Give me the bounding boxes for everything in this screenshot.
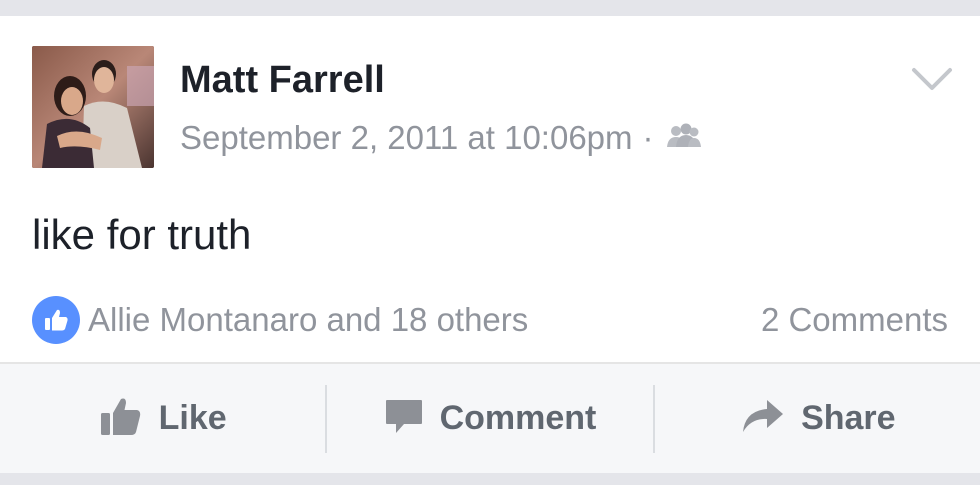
share-button[interactable]: Share: [655, 364, 980, 473]
chevron-down-icon[interactable]: [910, 64, 954, 94]
share-arrow-icon: [739, 396, 785, 441]
post-text: like for truth: [32, 211, 252, 258]
share-label: Share: [801, 399, 896, 437]
comment-bubble-icon: [384, 396, 424, 441]
author-name[interactable]: Matt Farrell: [180, 58, 385, 102]
comment-label: Comment: [439, 399, 597, 437]
like-label: Like: [158, 399, 227, 437]
like-button[interactable]: Like: [0, 364, 325, 473]
comment-button[interactable]: Comment: [327, 364, 652, 473]
reactions-summary[interactable]: Allie Montanaro and 18 others: [32, 296, 528, 344]
post-card: Matt Farrell September 2, 2011 at 10:06p…: [0, 16, 980, 473]
post-meta: September 2, 2011 at 10:06pm ·: [180, 118, 702, 158]
post-timestamp[interactable]: September 2, 2011 at 10:06pm: [180, 118, 633, 158]
meta-separator: ·: [642, 119, 654, 156]
thumbs-up-icon: [32, 296, 80, 344]
thumbs-up-icon: [99, 395, 143, 442]
action-bar: Like Comment Share: [0, 362, 980, 473]
avatar[interactable]: [32, 46, 154, 168]
likes-summary-text[interactable]: Allie Montanaro and 18 others: [88, 301, 528, 339]
friends-icon[interactable]: [666, 118, 702, 158]
comments-count[interactable]: 2 Comments: [761, 300, 948, 340]
feed-background: Matt Farrell September 2, 2011 at 10:06p…: [0, 0, 980, 485]
avatar-photo: [32, 46, 154, 168]
